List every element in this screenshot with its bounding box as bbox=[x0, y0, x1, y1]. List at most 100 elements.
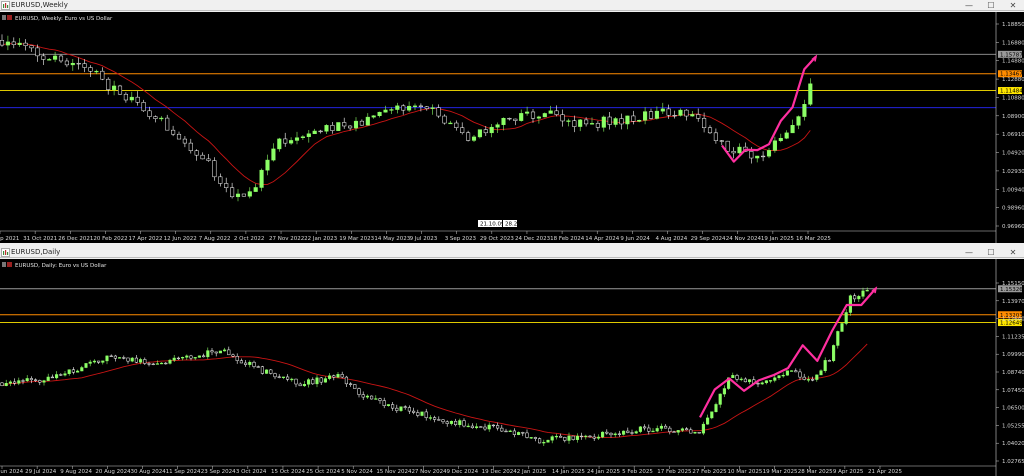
candle-body bbox=[622, 430, 626, 435]
candle-body bbox=[59, 374, 63, 376]
candle-body bbox=[273, 373, 277, 378]
candle-body bbox=[265, 369, 269, 374]
price-axis-label: 1.07450 bbox=[1002, 388, 1024, 394]
candle-body bbox=[507, 117, 512, 120]
candle-body bbox=[218, 176, 223, 184]
candle-body bbox=[210, 350, 214, 353]
weekly-chart-window[interactable]: EURUSD,Weekly — ☐ ✕ EURUSD, Weekly: Euro… bbox=[0, 0, 1024, 243]
candle-body bbox=[0, 40, 5, 46]
time-axis-label: 14 Jan 2025 bbox=[552, 469, 585, 475]
candle-body bbox=[517, 432, 521, 435]
candle-body bbox=[617, 433, 621, 435]
candle-body bbox=[34, 379, 38, 381]
minimize-button[interactable]: — bbox=[958, 247, 980, 258]
time-axis-label: 20 Aug 2024 bbox=[95, 469, 131, 475]
candle-body bbox=[489, 126, 494, 134]
candle-body bbox=[595, 123, 600, 128]
candle-body bbox=[560, 114, 565, 122]
daily-symbol-label: EURUSD, Daily: Euro vs US Dollar bbox=[15, 263, 107, 269]
candle-body bbox=[64, 60, 69, 66]
candle-body bbox=[260, 366, 264, 374]
candle-body bbox=[702, 118, 707, 129]
candle-body bbox=[566, 120, 571, 122]
candle-body bbox=[105, 355, 109, 362]
time-axis-label: 29 Jul 2024 bbox=[25, 469, 57, 475]
candle-body bbox=[244, 362, 248, 365]
candle-body bbox=[349, 383, 353, 385]
time-axis-label: 24 Dec 2023 bbox=[515, 236, 551, 242]
candle-body bbox=[171, 129, 176, 135]
candle-body bbox=[55, 374, 59, 379]
candle-body bbox=[563, 437, 567, 441]
weekly-title-bar[interactable]: EURUSD,Weekly — ☐ ✕ bbox=[0, 0, 1024, 11]
candle-body bbox=[147, 110, 152, 117]
time-axis-label: 3 Sep 2023 bbox=[445, 236, 477, 242]
candle-body bbox=[35, 47, 40, 57]
daily-title-bar[interactable]: EURUSD,Daily — ☐ ✕ bbox=[0, 247, 1024, 258]
maximize-button[interactable]: ☐ bbox=[980, 0, 1002, 11]
minimize-button[interactable]: — bbox=[958, 0, 980, 11]
candle-body bbox=[25, 378, 29, 382]
candle-body bbox=[735, 375, 739, 380]
candle-body bbox=[97, 360, 101, 363]
close-button[interactable]: ✕ bbox=[1002, 247, 1024, 258]
candle-body bbox=[395, 105, 400, 110]
candle-body bbox=[519, 113, 524, 121]
candle-body bbox=[815, 374, 819, 380]
close-button[interactable]: ✕ bbox=[1002, 0, 1024, 11]
price-axis-label: 1.06910 bbox=[1002, 132, 1024, 138]
level-price-tag-label: 1.15326 bbox=[1000, 287, 1023, 293]
candle-body bbox=[194, 150, 199, 156]
candle-body bbox=[613, 118, 618, 125]
candle-body bbox=[536, 116, 541, 119]
time-axis-label: 18 Feb 2024 bbox=[550, 236, 585, 242]
daily-chart-window[interactable]: EURUSD,Daily — ☐ ✕ EURUSD, Daily: Euro v… bbox=[0, 247, 1024, 476]
candle-body bbox=[471, 136, 477, 141]
maximize-button[interactable]: ☐ bbox=[980, 247, 1002, 258]
candle-body bbox=[428, 417, 432, 419]
time-axis-label: 23 Sep 2024 bbox=[201, 469, 236, 475]
candle-body bbox=[29, 45, 34, 49]
candle-body bbox=[197, 355, 201, 358]
time-axis-label: 19 Mar 2025 bbox=[763, 469, 798, 475]
candle-body bbox=[448, 122, 453, 125]
time-axis-label: 9 Jul 2023 bbox=[410, 236, 438, 242]
candle-body bbox=[235, 356, 239, 361]
candle-body bbox=[416, 412, 420, 416]
weekly-chart-area[interactable]: EURUSD, Weekly: Euro vs US Dollar 1.1578… bbox=[0, 12, 1024, 243]
candle-body bbox=[359, 120, 364, 126]
time-axis-label: 19 Mar 2023 bbox=[339, 236, 374, 242]
daily-symbol-header: EURUSD, Daily: Euro vs US Dollar bbox=[2, 262, 107, 269]
candle-body bbox=[302, 384, 306, 387]
candle-body bbox=[525, 111, 530, 114]
daily-candlestick-chart[interactable]: EURUSD, Daily: Euro vs US Dollar 1.15326… bbox=[0, 259, 1024, 476]
candle-body bbox=[596, 436, 600, 439]
candle-body bbox=[277, 138, 282, 150]
candle-body bbox=[70, 62, 75, 66]
time-axis-label: 21 Apr 2025 bbox=[868, 469, 903, 475]
time-axis-label: 14 Apr 2024 bbox=[585, 236, 620, 242]
time-axis-label: 22 Jan 2023 bbox=[304, 236, 337, 242]
candle-body bbox=[648, 111, 654, 119]
candle-body bbox=[281, 376, 285, 378]
candle-body bbox=[533, 437, 537, 439]
candle-body bbox=[23, 42, 28, 46]
candle-body bbox=[572, 120, 577, 127]
moving-average-line bbox=[1, 43, 811, 185]
candle-body bbox=[521, 432, 525, 434]
daily-chart-area[interactable]: EURUSD, Daily: Euro vs US Dollar 1.15326… bbox=[0, 259, 1024, 476]
candle-body bbox=[462, 420, 466, 427]
candle-body bbox=[357, 388, 361, 395]
price-axis-label: 1.09990 bbox=[1002, 352, 1024, 358]
weekly-candlestick-chart[interactable]: EURUSD, Weekly: Euro vs US Dollar 1.1578… bbox=[0, 12, 1024, 243]
weekly-symbol-label: EURUSD, Weekly: Euro vs US Dollar bbox=[15, 16, 113, 22]
candle-body bbox=[311, 379, 315, 385]
candle-body bbox=[607, 116, 612, 125]
candle-body bbox=[332, 375, 336, 378]
candle-body bbox=[857, 296, 861, 300]
candle-body bbox=[139, 359, 143, 363]
candle-body bbox=[100, 70, 105, 80]
candle-body bbox=[731, 151, 736, 154]
candle-body bbox=[214, 351, 218, 354]
time-axis-label: 9 Aug 2024 bbox=[60, 469, 92, 475]
